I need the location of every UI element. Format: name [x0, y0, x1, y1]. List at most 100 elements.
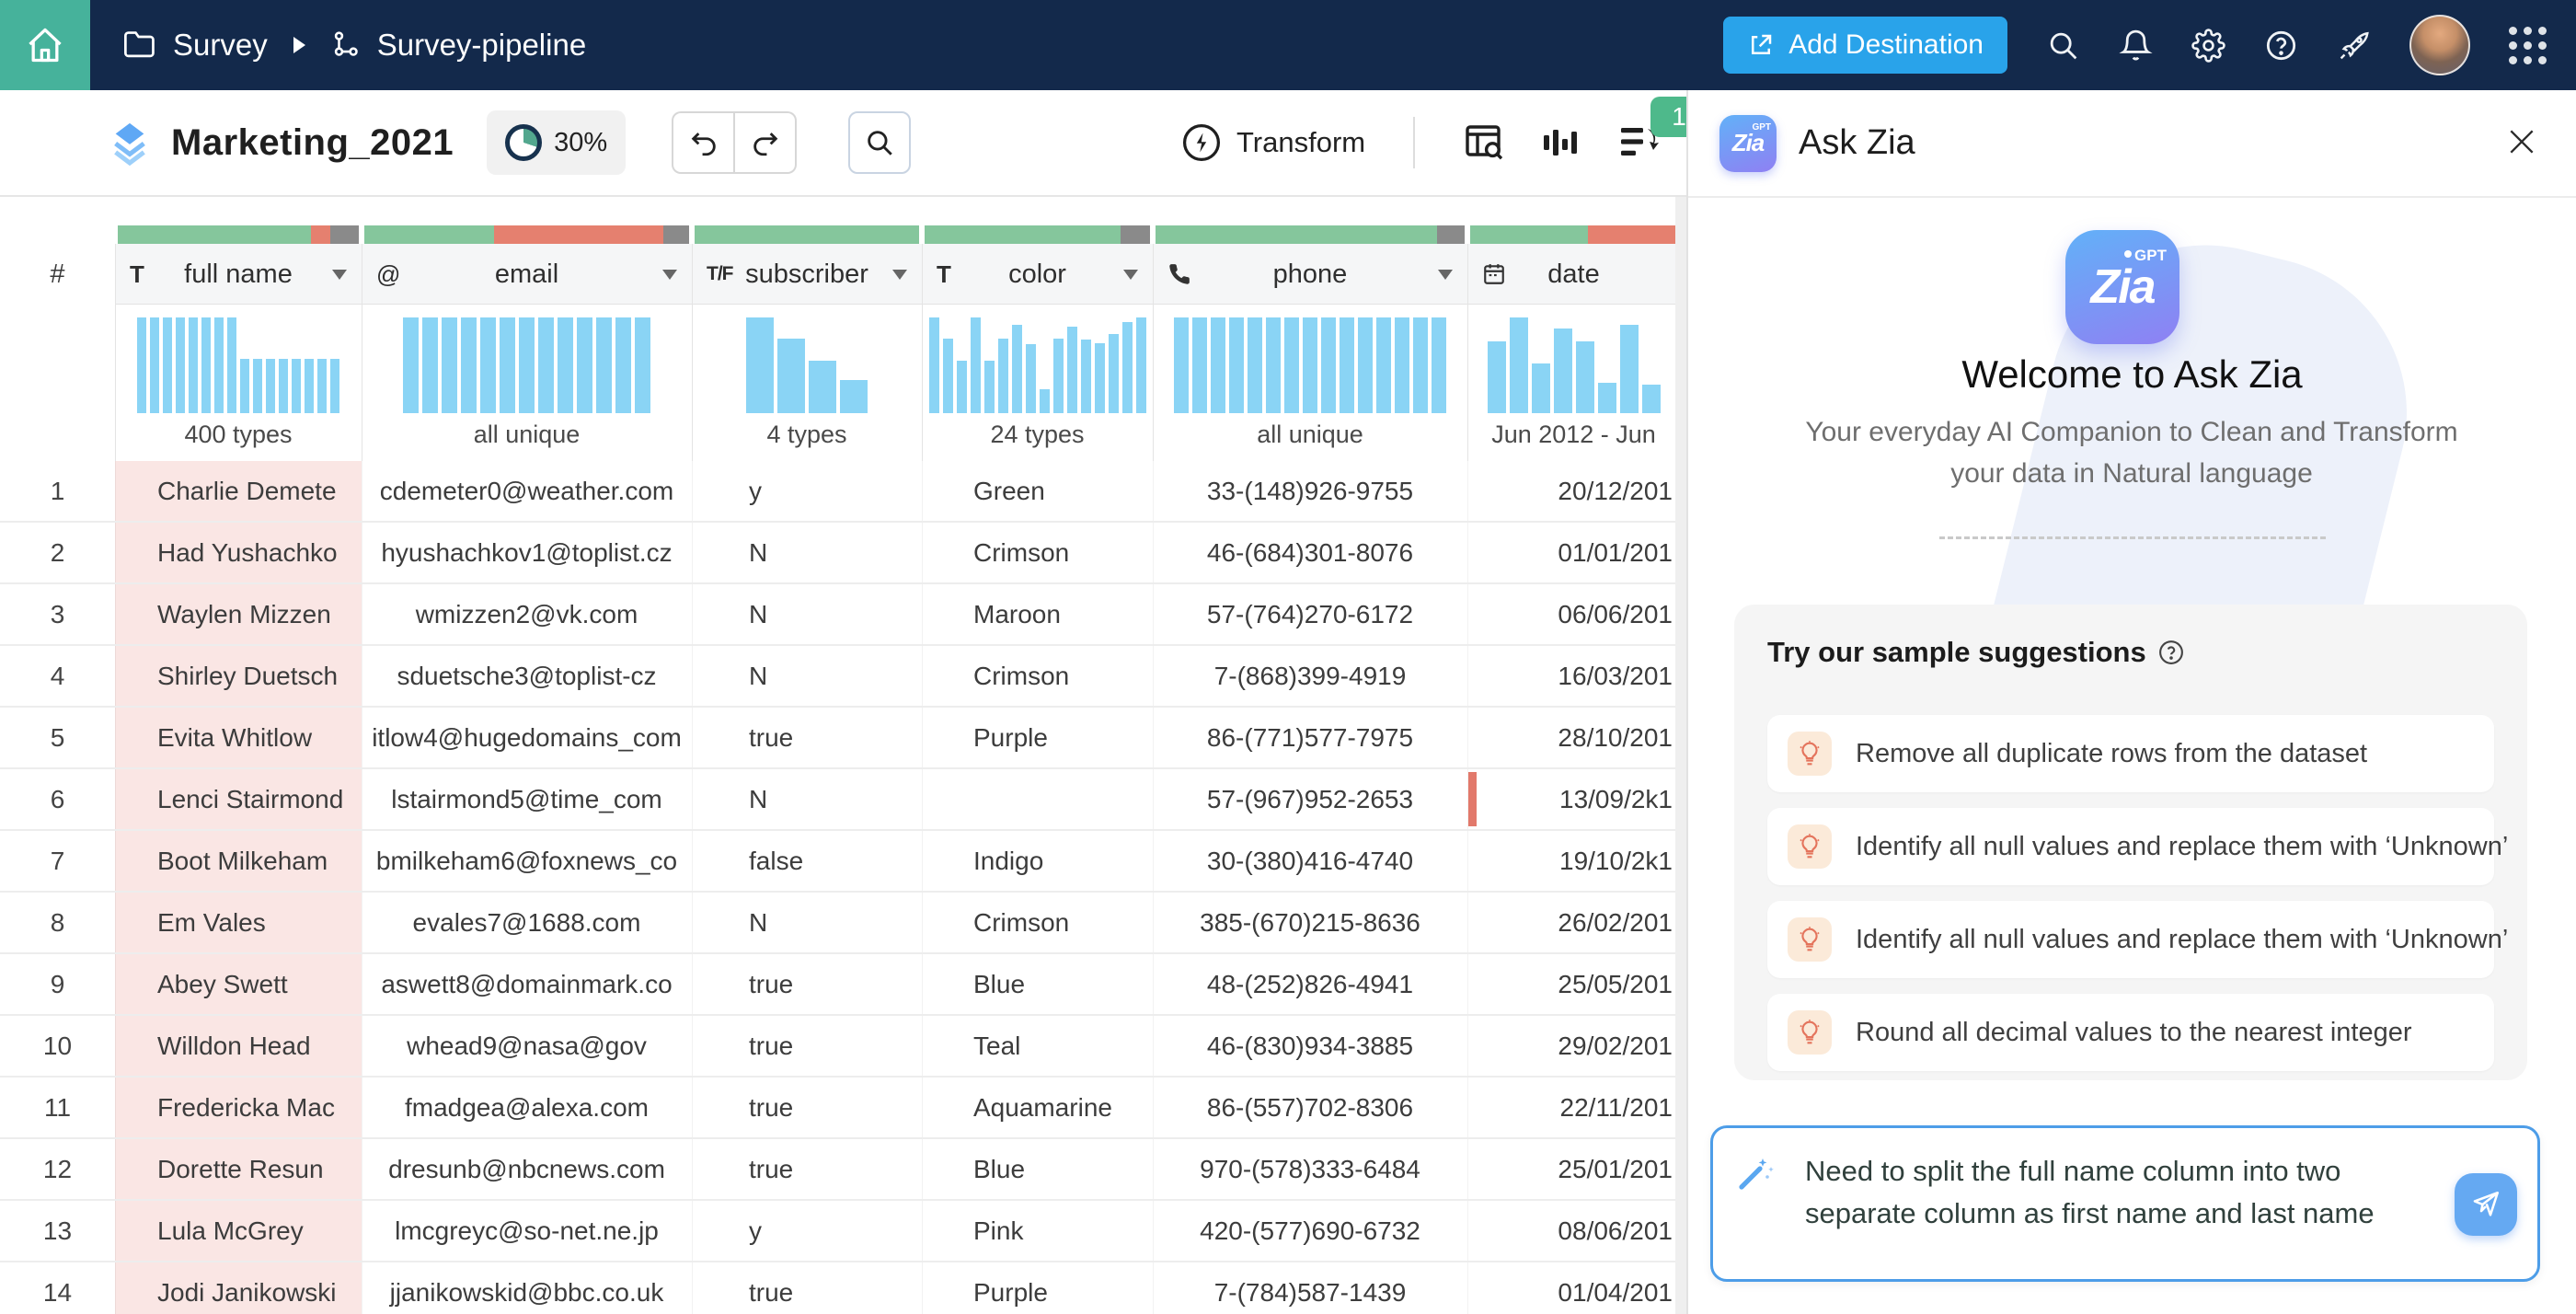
column-header-phone[interactable]: phone	[1153, 244, 1467, 305]
cell-full_name[interactable]: Had Yushachko	[115, 523, 362, 582]
cell-date[interactable]: 22/11/201	[1467, 1078, 1680, 1137]
row-number[interactable]: 11	[0, 1078, 115, 1137]
cell-full_name[interactable]: Jodi Janikowski	[115, 1262, 362, 1314]
cell-subscriber[interactable]: true	[692, 1139, 922, 1199]
cell-subscriber[interactable]: y	[692, 1201, 922, 1261]
transform-button[interactable]: Transform	[1180, 121, 1365, 164]
cell-subscriber[interactable]: true	[692, 954, 922, 1014]
cell-date[interactable]: 20/12/201	[1467, 461, 1680, 521]
cell-date[interactable]: 25/01/201	[1467, 1139, 1680, 1199]
notifications-icon[interactable]	[2119, 29, 2153, 63]
table-row[interactable]: 13Lula McGreylmcgreyc@so-net.ne.jpyPink4…	[0, 1201, 1686, 1262]
cell-email[interactable]: jjanikowskid@bbc.co.uk	[362, 1262, 692, 1314]
zia-input-text[interactable]: Need to split the full name column into …	[1805, 1150, 2412, 1235]
zia-input-box[interactable]: Need to split the full name column into …	[1710, 1125, 2540, 1282]
cell-date[interactable]: 25/05/201	[1467, 954, 1680, 1014]
cell-date[interactable]: 01/01/201	[1467, 523, 1680, 582]
row-number[interactable]: 10	[0, 1016, 115, 1076]
row-number[interactable]: 8	[0, 893, 115, 952]
cell-full_name[interactable]: Fredericka Mac	[115, 1078, 362, 1137]
row-number[interactable]: 9	[0, 954, 115, 1014]
cell-subscriber[interactable]: true	[692, 1262, 922, 1314]
cell-phone[interactable]: 86-(557)702-8306	[1153, 1078, 1467, 1137]
row-number[interactable]: 7	[0, 831, 115, 891]
cell-color[interactable]: Crimson	[922, 893, 1153, 952]
cell-date[interactable]: 29/02/201	[1467, 1016, 1680, 1076]
cell-date[interactable]: 19/10/2k1	[1467, 831, 1680, 891]
search-icon[interactable]	[2046, 29, 2080, 63]
quality-pill[interactable]: 30%	[487, 110, 626, 175]
column-histogram-email[interactable]: all unique	[362, 305, 692, 461]
cell-color[interactable]	[922, 769, 1153, 829]
cell-email[interactable]: aswett8@domainmark.co	[362, 954, 692, 1014]
cell-phone[interactable]: 48-(252)826-4941	[1153, 954, 1467, 1014]
cell-phone[interactable]: 57-(967)952-2653	[1153, 769, 1467, 829]
settings-icon[interactable]	[2191, 29, 2225, 63]
cell-color[interactable]: Teal	[922, 1016, 1153, 1076]
help-circle-icon[interactable]	[2157, 639, 2185, 666]
row-number[interactable]: 1	[0, 461, 115, 521]
column-header-num[interactable]: #	[0, 244, 115, 305]
column-header-date[interactable]: date	[1467, 244, 1680, 305]
table-row[interactable]: 9Abey Swettaswett8@domainmark.cotrueBlue…	[0, 954, 1686, 1016]
cell-color[interactable]: Crimson	[922, 646, 1153, 706]
table-row[interactable]: 2Had Yushachkohyushachkov1@toplist.czNCr…	[0, 523, 1686, 584]
home-button[interactable]	[0, 0, 90, 90]
row-number[interactable]: 12	[0, 1139, 115, 1199]
row-number[interactable]: 14	[0, 1262, 115, 1314]
cell-email[interactable]: hyushachkov1@toplist.cz	[362, 523, 692, 582]
cell-subscriber[interactable]: y	[692, 461, 922, 521]
suggestion-card[interactable]: Identify all null values and replace the…	[1767, 808, 2494, 885]
cell-color[interactable]: Blue	[922, 1139, 1153, 1199]
cell-email[interactable]: fmadgea@alexa.com	[362, 1078, 692, 1137]
cell-full_name[interactable]: Em Vales	[115, 893, 362, 952]
cell-subscriber[interactable]: N	[692, 769, 922, 829]
table-row[interactable]: 11Fredericka Macfmadgea@alexa.comtrueAqu…	[0, 1078, 1686, 1139]
column-histogram-subscriber[interactable]: 4 types	[692, 305, 922, 461]
cell-full_name[interactable]: Charlie Demete	[115, 461, 362, 521]
cell-color[interactable]: Purple	[922, 1262, 1153, 1314]
column-header-subscriber[interactable]: T/Fsubscriber	[692, 244, 922, 305]
cell-full_name[interactable]: Lula McGrey	[115, 1201, 362, 1261]
user-avatar[interactable]	[2409, 15, 2470, 75]
column-histogram-date[interactable]: Jun 2012 - Jun	[1467, 305, 1680, 461]
cell-color[interactable]: Aquamarine	[922, 1078, 1153, 1137]
breadcrumb-pipeline[interactable]: Survey-pipeline	[331, 28, 586, 63]
rocket-icon[interactable]	[2337, 29, 2371, 63]
cell-date[interactable]: 08/06/201	[1467, 1201, 1680, 1261]
undo-button[interactable]	[672, 111, 734, 174]
cell-color[interactable]: Maroon	[922, 584, 1153, 644]
cell-full_name[interactable]: Boot Milkeham	[115, 831, 362, 891]
grid-scrollbar[interactable]	[1675, 197, 1686, 1314]
cell-full_name[interactable]: Evita Whitlow	[115, 708, 362, 767]
row-number[interactable]: 3	[0, 584, 115, 644]
table-row[interactable]: 10Willdon Headwhead9@nasa@govtrueTeal46-…	[0, 1016, 1686, 1078]
column-menu-caret-icon[interactable]	[332, 270, 347, 280]
cell-subscriber[interactable]: N	[692, 523, 922, 582]
cell-phone[interactable]: 385-(670)215-8636	[1153, 893, 1467, 952]
cell-subscriber[interactable]: true	[692, 1016, 922, 1076]
help-icon[interactable]	[2264, 29, 2298, 63]
cell-email[interactable]: lstairmond5@time_com	[362, 769, 692, 829]
quality-bar-email[interactable]	[364, 225, 689, 244]
cell-subscriber[interactable]: true	[692, 1078, 922, 1137]
cell-date[interactable]: 06/06/201	[1467, 584, 1680, 644]
cell-phone[interactable]: 970-(578)333-6484	[1153, 1139, 1467, 1199]
column-header-color[interactable]: Tcolor	[922, 244, 1153, 305]
cell-date[interactable]: 01/04/201	[1467, 1262, 1680, 1314]
quality-bar-color[interactable]	[925, 225, 1150, 244]
table-row[interactable]: 1Charlie Demetecdemeter0@weather.comyGre…	[0, 461, 1686, 523]
cell-full_name[interactable]: Shirley Duetsch	[115, 646, 362, 706]
cell-phone[interactable]: 57-(764)270-6172	[1153, 584, 1467, 644]
cell-full_name[interactable]: Waylen Mizzen	[115, 584, 362, 644]
add-destination-button[interactable]: Add Destination	[1723, 17, 2007, 74]
apps-grid-icon[interactable]	[2509, 27, 2547, 64]
grid-search-button[interactable]	[848, 111, 911, 174]
send-button[interactable]	[2455, 1173, 2517, 1236]
table-row[interactable]: 4Shirley Duetschsduetsche3@toplist-czNCr…	[0, 646, 1686, 708]
cell-subscriber[interactable]: true	[692, 708, 922, 767]
table-row[interactable]: 7Boot Milkehambmilkeham6@foxnews_cofalse…	[0, 831, 1686, 893]
cell-phone[interactable]: 33-(148)926-9755	[1153, 461, 1467, 521]
cell-subscriber[interactable]: N	[692, 584, 922, 644]
cell-color[interactable]: Green	[922, 461, 1153, 521]
